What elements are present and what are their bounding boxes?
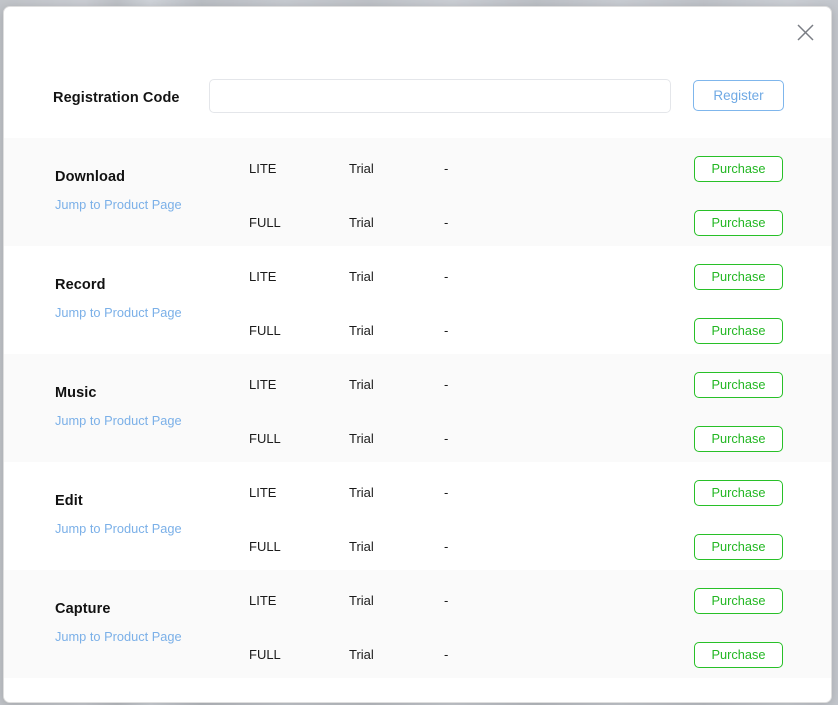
purchase-button[interactable]: Purchase bbox=[694, 318, 783, 344]
edition-line: LITE Trial - Purchase bbox=[4, 156, 831, 182]
product-row: Record Jump to Product Page LITE Trial - Purc… bbox=[4, 246, 831, 354]
product-row: Capture Jump to Product Page LITE Trial - Pur… bbox=[4, 570, 831, 678]
license-status: Trial bbox=[349, 485, 374, 500]
product-row: Edit Jump to Product Page LITE Trial - Purcha… bbox=[4, 462, 831, 570]
expiry-value: - bbox=[444, 431, 449, 446]
product-list: Download Jump to Product Page LITE Trial - Pu… bbox=[4, 138, 831, 678]
edition-label: LITE bbox=[249, 593, 277, 608]
purchase-button[interactable]: Purchase bbox=[694, 264, 783, 290]
edition-line: FULL Trial - Purchase bbox=[4, 318, 831, 344]
product-row: Download Jump to Product Page LITE Trial - Pu… bbox=[4, 138, 831, 246]
edition-label: LITE bbox=[249, 161, 277, 176]
license-status: Trial bbox=[349, 377, 374, 392]
jump-to-product-page-link[interactable]: Jump to Product Page bbox=[55, 413, 235, 428]
edition-line: FULL Trial - Purchase bbox=[4, 426, 831, 452]
edition-label: FULL bbox=[249, 431, 281, 446]
edition-label: FULL bbox=[249, 323, 281, 338]
edition-label: LITE bbox=[249, 485, 277, 500]
license-status: Trial bbox=[349, 161, 374, 176]
purchase-button[interactable]: Purchase bbox=[694, 210, 783, 236]
edition-label: FULL bbox=[249, 539, 281, 554]
registration-code-row: Registration Code Register bbox=[4, 79, 831, 121]
jump-to-product-page-link[interactable]: Jump to Product Page bbox=[55, 629, 235, 644]
expiry-value: - bbox=[444, 161, 449, 176]
purchase-button[interactable]: Purchase bbox=[694, 480, 783, 506]
expiry-value: - bbox=[444, 377, 449, 392]
license-status: Trial bbox=[349, 539, 374, 554]
registration-code-label: Registration Code bbox=[53, 90, 180, 106]
jump-to-product-page-link[interactable]: Jump to Product Page bbox=[55, 197, 235, 212]
edition-label: LITE bbox=[249, 377, 277, 392]
purchase-button[interactable]: Purchase bbox=[694, 426, 783, 452]
edition-line: LITE Trial - Purchase bbox=[4, 264, 831, 290]
edition-label: LITE bbox=[249, 269, 277, 284]
close-button[interactable] bbox=[790, 17, 820, 47]
close-icon bbox=[796, 23, 815, 42]
expiry-value: - bbox=[444, 539, 449, 554]
license-status: Trial bbox=[349, 431, 374, 446]
purchase-button[interactable]: Purchase bbox=[694, 372, 783, 398]
edition-line: LITE Trial - Purchase bbox=[4, 480, 831, 506]
license-status: Trial bbox=[349, 323, 374, 338]
product-row: Music Jump to Product Page LITE Trial - Purch… bbox=[4, 354, 831, 462]
license-status: Trial bbox=[349, 215, 374, 230]
edition-line: FULL Trial - Purchase bbox=[4, 642, 831, 668]
dialog-header: Registration Code Register bbox=[4, 7, 831, 138]
jump-to-product-page-link[interactable]: Jump to Product Page bbox=[55, 521, 235, 536]
expiry-value: - bbox=[444, 593, 449, 608]
edition-label: FULL bbox=[249, 647, 281, 662]
license-status: Trial bbox=[349, 593, 374, 608]
register-button[interactable]: Register bbox=[693, 80, 784, 111]
edition-line: FULL Trial - Purchase bbox=[4, 534, 831, 560]
dialog-footer bbox=[4, 678, 831, 702]
purchase-button[interactable]: Purchase bbox=[694, 156, 783, 182]
expiry-value: - bbox=[444, 269, 449, 284]
purchase-button[interactable]: Purchase bbox=[694, 642, 783, 668]
edition-label: FULL bbox=[249, 215, 281, 230]
edition-line: LITE Trial - Purchase bbox=[4, 372, 831, 398]
edition-line: LITE Trial - Purchase bbox=[4, 588, 831, 614]
license-status: Trial bbox=[349, 647, 374, 662]
license-status: Trial bbox=[349, 269, 374, 284]
expiry-value: - bbox=[444, 485, 449, 500]
registration-code-input[interactable] bbox=[209, 79, 671, 113]
purchase-button[interactable]: Purchase bbox=[694, 588, 783, 614]
expiry-value: - bbox=[444, 215, 449, 230]
jump-to-product-page-link[interactable]: Jump to Product Page bbox=[55, 305, 235, 320]
expiry-value: - bbox=[444, 323, 449, 338]
purchase-button[interactable]: Purchase bbox=[694, 534, 783, 560]
edition-line: FULL Trial - Purchase bbox=[4, 210, 831, 236]
expiry-value: - bbox=[444, 647, 449, 662]
registration-dialog: Registration Code Register Download Jump … bbox=[3, 6, 832, 703]
